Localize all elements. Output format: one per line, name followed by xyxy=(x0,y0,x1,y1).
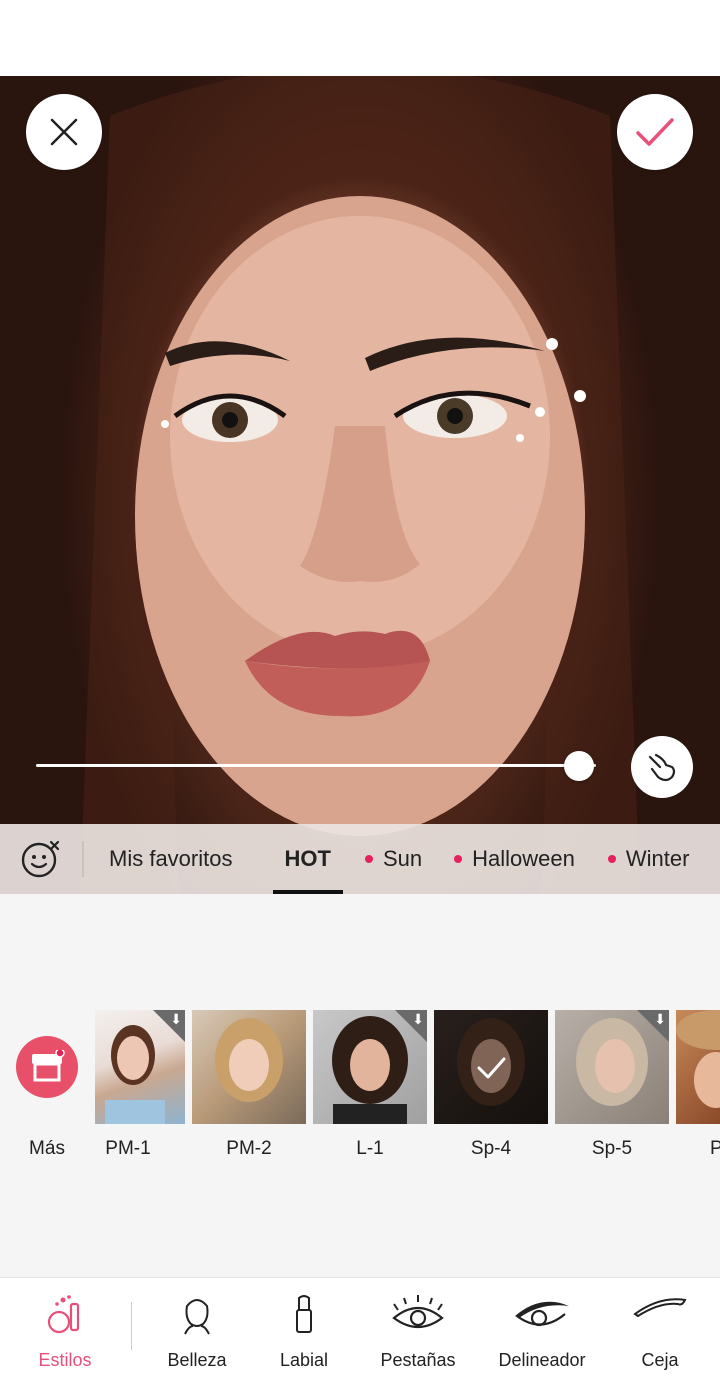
close-button[interactable] xyxy=(26,94,102,170)
intensity-slider-track[interactable] xyxy=(36,764,596,767)
nav-divider xyxy=(131,1302,132,1350)
style-label: PM-2 xyxy=(226,1138,272,1159)
tab-label: Winter xyxy=(625,846,690,871)
face-outline-icon xyxy=(184,1299,210,1335)
portrait-image xyxy=(434,1010,548,1124)
tab-hot[interactable]: HOT xyxy=(273,824,344,894)
compare-button[interactable] xyxy=(631,736,693,798)
bottom-navigation: Estilos Belleza Labial Pestañas Delinead… xyxy=(0,1277,720,1386)
intensity-slider-handle[interactable] xyxy=(564,751,595,781)
new-dot xyxy=(364,855,373,863)
style-label: P xyxy=(710,1138,720,1159)
store-button[interactable] xyxy=(16,1036,78,1098)
store-icon xyxy=(32,1050,65,1082)
nav-labial[interactable]: Labial xyxy=(259,1278,349,1386)
style-category-tabs: Mis favoritos HOT Sun Halloween Winter xyxy=(0,824,720,894)
tab-mis-favoritos[interactable]: Mis favoritos xyxy=(109,824,232,894)
tab-halloween[interactable]: Halloween xyxy=(454,824,575,894)
portrait-image xyxy=(215,1018,283,1102)
nav-label: Pestañas xyxy=(380,1350,456,1370)
style-thumbnail-pm-1[interactable]: ⬇ xyxy=(95,1010,185,1124)
style-thumbnail-sp-5[interactable]: ⬇ xyxy=(555,1010,669,1124)
tab-winter[interactable]: Winter xyxy=(607,824,690,894)
style-thumbnail-pm-2[interactable] xyxy=(192,1010,306,1124)
face-illustration xyxy=(80,76,640,894)
eyelash-icon xyxy=(392,1295,444,1329)
nav-estilos[interactable]: Estilos xyxy=(20,1278,110,1386)
face-preview-image xyxy=(0,76,720,894)
download-icon: ⬇ xyxy=(412,1011,424,1027)
close-icon xyxy=(50,118,78,146)
new-dot xyxy=(454,855,463,863)
nav-belleza[interactable]: Belleza xyxy=(152,1278,242,1386)
tab-label: HOT xyxy=(284,846,331,871)
nav-label: Labial xyxy=(279,1350,329,1370)
nav-label: Delineador xyxy=(498,1350,586,1370)
eyebrow-icon xyxy=(633,1298,687,1318)
nav-label: Ceja xyxy=(641,1350,679,1370)
style-label: Sp-4 xyxy=(470,1138,512,1159)
nav-delineador[interactable]: Delineador xyxy=(486,1278,598,1386)
style-label: L-1 xyxy=(356,1138,384,1159)
more-label: Más xyxy=(29,1138,65,1159)
download-icon: ⬇ xyxy=(654,1011,666,1027)
style-label: PM-1 xyxy=(105,1138,151,1159)
style-thumbnail-p[interactable] xyxy=(676,1010,720,1124)
portrait-image xyxy=(676,1010,720,1108)
nav-label: Belleza xyxy=(167,1350,227,1370)
hand-touch-icon xyxy=(648,753,676,782)
nav-label: Estilos xyxy=(38,1350,92,1370)
style-label: Sp-5 xyxy=(591,1138,633,1159)
confirm-button[interactable] xyxy=(617,94,693,170)
makeup-kit-icon xyxy=(47,1295,80,1334)
tab-sun[interactable]: Sun xyxy=(364,824,423,894)
tab-label: Mis favoritos xyxy=(109,846,233,871)
lipstick-icon xyxy=(296,1295,312,1333)
download-icon: ⬇ xyxy=(170,1011,182,1027)
tabs-divider xyxy=(82,841,84,877)
new-dot xyxy=(607,855,616,863)
eyeliner-icon xyxy=(515,1301,569,1327)
check-icon xyxy=(636,118,674,146)
tab-label: Halloween xyxy=(472,846,575,871)
style-thumbnail-l-1[interactable]: ⬇ xyxy=(313,1010,427,1124)
face-reset-icon[interactable] xyxy=(21,839,61,879)
nav-ceja[interactable]: Ceja xyxy=(615,1278,705,1386)
tab-label: Sun xyxy=(382,846,423,871)
style-thumbnail-sp-4[interactable] xyxy=(434,1010,548,1124)
nav-pestanas[interactable]: Pestañas xyxy=(367,1278,469,1386)
